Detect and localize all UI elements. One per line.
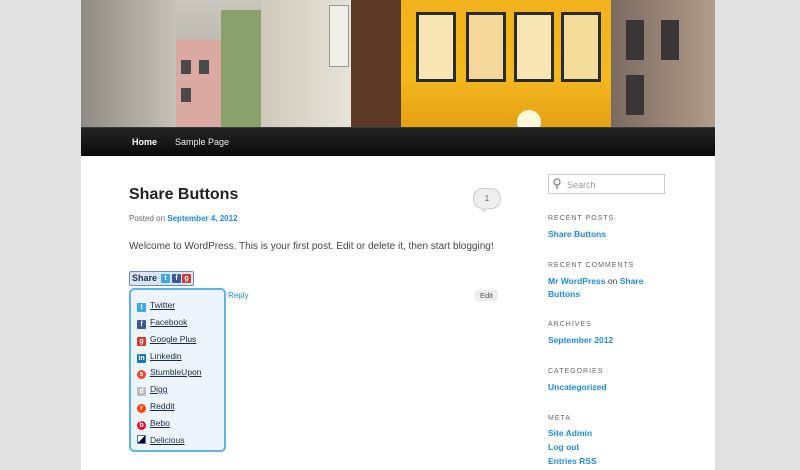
main-navigation: Home Sample Page: [81, 127, 715, 156]
comment-on-label: on: [607, 276, 618, 286]
categories-title: Categories: [548, 368, 604, 375]
stumbleupon-icon: s: [137, 370, 146, 379]
search-input[interactable]: [565, 177, 664, 193]
post-title[interactable]: Share Buttons: [129, 186, 238, 204]
share-reddit-label: Reddit: [150, 401, 175, 411]
search-icon: [553, 178, 561, 189]
twitter-icon: t: [161, 274, 170, 283]
comments-count-bubble[interactable]: 1: [473, 188, 501, 213]
share-google-plus-label: Google Plus: [150, 334, 197, 344]
meta-site-admin-link[interactable]: Site Admin: [548, 428, 592, 438]
twitter-icon: t: [137, 303, 146, 312]
share-linkedin[interactable]: in Linkedin: [137, 351, 182, 365]
archives-title: Archives: [548, 321, 592, 328]
archive-link[interactable]: September 2012: [548, 335, 613, 345]
reddit-icon: r: [137, 404, 146, 413]
share-delicious-label: Delicious: [150, 435, 185, 445]
search-box[interactable]: [548, 174, 665, 194]
share-facebook[interactable]: f Facebook: [137, 317, 187, 331]
share-bar-label: Share: [132, 273, 158, 283]
share-bebo[interactable]: b Bebo: [137, 418, 170, 432]
nav-home[interactable]: Home: [132, 128, 157, 156]
meta-title: Meta: [548, 415, 571, 422]
post-body: Welcome to WordPress. This is your first…: [129, 241, 494, 252]
recent-comments-title: Recent Comments: [548, 262, 635, 269]
share-bebo-label: Bebo: [150, 418, 170, 428]
linkedin-icon: in: [137, 354, 146, 363]
share-linkedin-label: Linkedin: [150, 351, 182, 361]
nav-sample-page[interactable]: Sample Page: [175, 128, 229, 156]
digg-icon: d: [137, 387, 146, 396]
meta-entries-rss-link[interactable]: Entries RSS: [548, 456, 597, 466]
google-plus-icon: g: [182, 274, 191, 283]
delicious-icon: [137, 435, 146, 444]
post-date-link[interactable]: September 4, 2012: [167, 214, 237, 223]
reply-link[interactable]: Reply: [228, 291, 248, 300]
recent-comment-item: Mr WordPress on Share Buttons: [548, 275, 658, 301]
category-link[interactable]: Uncategorized: [548, 382, 607, 392]
share-stumbleupon-label: StumbleUpon: [150, 367, 202, 377]
share-twitter-label: Twitter: [150, 300, 176, 310]
share-delicious[interactable]: Delicious: [137, 435, 185, 449]
share-twitter[interactable]: t Twitter: [137, 300, 175, 314]
share-digg[interactable]: d Digg: [137, 384, 167, 398]
recent-posts-title: Recent Posts: [548, 215, 615, 222]
recent-post-link[interactable]: Share Buttons: [548, 229, 606, 239]
meta-logout-link[interactable]: Log out: [548, 442, 579, 452]
edit-link[interactable]: Edit: [475, 290, 498, 301]
share-reddit[interactable]: r Reddit: [137, 401, 175, 415]
facebook-icon: f: [172, 274, 181, 283]
google-plus-icon: g: [137, 337, 146, 346]
share-stumbleupon[interactable]: s StumbleUpon: [137, 367, 202, 381]
facebook-icon: f: [137, 320, 146, 329]
share-facebook-label: Facebook: [150, 317, 188, 327]
share-bar-button[interactable]: Share t f g: [129, 271, 194, 286]
comment-author-link[interactable]: Mr WordPress: [548, 276, 605, 286]
share-popup-menu: t Twitter f Facebook g Google Plus in Linked…: [129, 288, 226, 452]
share-google-plus[interactable]: g Google Plus: [137, 334, 196, 348]
bebo-icon: b: [137, 421, 146, 430]
header-image: [81, 0, 715, 127]
post-meta: Posted on September 4, 2012: [129, 214, 238, 223]
posted-on-label: Posted on: [129, 214, 166, 223]
share-digg-label: Digg: [150, 384, 168, 394]
